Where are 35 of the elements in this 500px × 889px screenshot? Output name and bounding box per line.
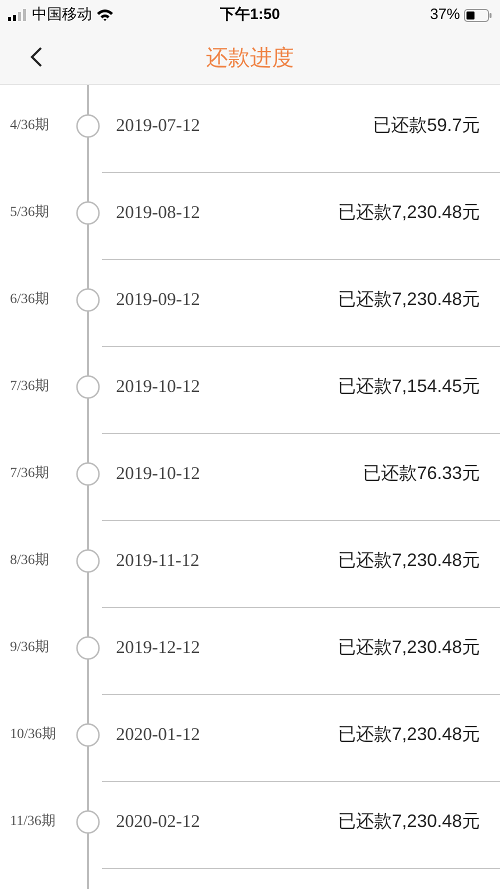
period-label: 7/36期 (10, 378, 49, 396)
carrier-name: 中国移动 (32, 4, 92, 25)
paid-amount: 已还款7,230.48元 (338, 810, 480, 833)
period-label: 9/36期 (10, 638, 49, 657)
paid-amount: 已还款7,230.48元 (338, 288, 480, 311)
period-label: 8/36期 (10, 552, 49, 570)
battery-icon (464, 8, 492, 22)
paid-amount: 已还款7,154.45元 (338, 375, 480, 398)
paid-amount: 已还款7,230.48元 (338, 201, 480, 224)
payment-date: 2019-10-12 (116, 375, 201, 398)
payment-date: 2019-12-12 (116, 636, 201, 659)
payment-date: 2019-10-12 (116, 462, 201, 485)
payment-date: 2020-01-12 (116, 723, 201, 746)
paid-amount: 已还款59.7元 (372, 114, 480, 137)
payment-date: 2019-09-12 (116, 288, 201, 311)
period-label: 7/36期 (10, 464, 49, 483)
status-time: 下午1:50 (220, 4, 280, 25)
payment-date: 2019-08-12 (116, 201, 201, 224)
paid-amount: 已还款76.33元 (362, 462, 480, 485)
period-label: 4/36期 (10, 116, 49, 135)
period-label: 5/36期 (10, 204, 49, 222)
payment-date: 2019-11-12 (116, 549, 200, 572)
payment-date: 2020-02-12 (116, 810, 201, 833)
paid-amount: 已还款7,230.48元 (338, 636, 480, 659)
wifi-icon (96, 8, 114, 22)
period-label: 10/36期 (10, 726, 56, 744)
paid-amount: 已还款7,230.48元 (338, 549, 480, 572)
period-label: 11/36期 (10, 812, 56, 831)
back-chevron-icon (29, 46, 43, 68)
battery-percent: 37% (430, 4, 460, 25)
signal-icon (8, 9, 28, 21)
paid-amount: 已还款7,230.48元 (338, 723, 480, 746)
payment-date: 2019-07-12 (116, 114, 201, 137)
page-title: 还款进度 (206, 44, 294, 72)
period-label: 6/36期 (10, 290, 49, 309)
